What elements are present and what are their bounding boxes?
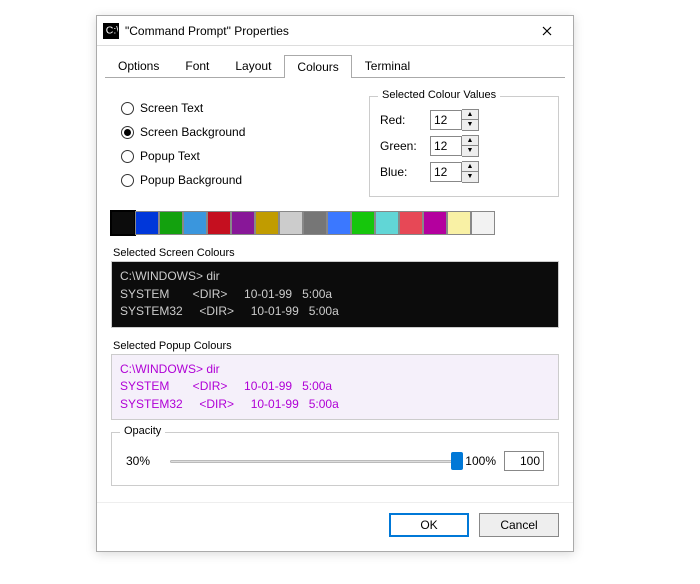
swatch-5[interactable] <box>231 211 255 235</box>
green-up[interactable]: ▲ <box>462 136 478 146</box>
colour-values-fieldset: Selected Colour Values Red: ▲▼ Green: ▲▼ <box>369 96 559 197</box>
swatch-3[interactable] <box>183 211 207 235</box>
red-up[interactable]: ▲ <box>462 110 478 120</box>
screen-preview-legend: Selected Screen Colours <box>113 247 559 259</box>
radio-screen-background[interactable]: Screen Background <box>121 125 355 139</box>
tab-body: Screen Text Screen Background Popup Text… <box>97 78 573 496</box>
radio-icon <box>121 174 134 187</box>
tab-layout[interactable]: Layout <box>222 54 284 77</box>
swatch-9[interactable] <box>327 211 351 235</box>
green-label: Green: <box>380 139 430 153</box>
swatch-12[interactable] <box>399 211 423 235</box>
swatch-0[interactable] <box>111 211 135 235</box>
green-input[interactable] <box>430 136 462 156</box>
red-down[interactable]: ▼ <box>462 120 478 130</box>
svg-text:C:\: C:\ <box>106 24 118 36</box>
swatch-6[interactable] <box>255 211 279 235</box>
tab-options[interactable]: Options <box>105 54 172 77</box>
swatch-10[interactable] <box>351 211 375 235</box>
palette <box>111 211 559 235</box>
cancel-button[interactable]: Cancel <box>479 513 559 537</box>
blue-down[interactable]: ▼ <box>462 172 478 182</box>
swatch-13[interactable] <box>423 211 447 235</box>
red-input[interactable] <box>430 110 462 130</box>
blue-spinner[interactable]: ▲▼ <box>430 161 479 183</box>
popup-preview-legend: Selected Popup Colours <box>113 340 559 352</box>
opacity-max-label: 100% <box>465 454 496 468</box>
radio-label: Screen Text <box>140 101 203 115</box>
radio-icon <box>121 102 134 115</box>
red-spinner[interactable]: ▲▼ <box>430 109 479 131</box>
opacity-legend: Opacity <box>120 425 165 437</box>
tab-bar: Options Font Layout Colours Terminal <box>105 54 565 78</box>
tab-font[interactable]: Font <box>172 54 222 77</box>
swatch-8[interactable] <box>303 211 327 235</box>
opacity-slider[interactable] <box>170 454 457 468</box>
radio-label: Screen Background <box>140 125 245 139</box>
opacity-input[interactable] <box>504 451 544 471</box>
blue-up[interactable]: ▲ <box>462 162 478 172</box>
swatch-14[interactable] <box>447 211 471 235</box>
window-title: "Command Prompt" Properties <box>125 24 527 38</box>
radio-popup-text[interactable]: Popup Text <box>121 149 355 163</box>
opacity-section: Opacity 30% 100% <box>111 432 559 486</box>
radio-label: Popup Background <box>140 173 242 187</box>
swatch-7[interactable] <box>279 211 303 235</box>
swatch-11[interactable] <box>375 211 399 235</box>
radio-screen-text[interactable]: Screen Text <box>121 101 355 115</box>
swatch-1[interactable] <box>135 211 159 235</box>
screen-preview: C:\WINDOWS> dir SYSTEM <DIR> 10-01-99 5:… <box>112 262 558 327</box>
blue-label: Blue: <box>380 165 430 179</box>
radio-icon <box>121 126 134 139</box>
opacity-min-label: 30% <box>126 454 162 468</box>
popup-preview: C:\WINDOWS> dir SYSTEM <DIR> 10-01-99 5:… <box>112 355 558 420</box>
tab-colours[interactable]: Colours <box>284 55 351 78</box>
cmd-icon: C:\ <box>103 23 119 39</box>
close-button[interactable] <box>527 17 567 45</box>
swatch-15[interactable] <box>471 211 495 235</box>
titlebar: C:\ "Command Prompt" Properties <box>97 16 573 46</box>
ok-button[interactable]: OK <box>389 513 469 537</box>
swatch-4[interactable] <box>207 211 231 235</box>
properties-dialog: C:\ "Command Prompt" Properties Options … <box>96 15 574 552</box>
red-label: Red: <box>380 113 430 127</box>
green-down[interactable]: ▼ <box>462 146 478 156</box>
radio-icon <box>121 150 134 163</box>
screen-preview-section: Selected Screen Colours C:\WINDOWS> dir … <box>111 247 559 328</box>
target-radio-group: Screen Text Screen Background Popup Text… <box>111 88 355 197</box>
popup-preview-section: Selected Popup Colours C:\WINDOWS> dir S… <box>111 340 559 421</box>
dialog-buttons: OK Cancel <box>97 502 573 551</box>
radio-label: Popup Text <box>140 149 200 163</box>
slider-thumb[interactable] <box>451 452 463 470</box>
swatch-2[interactable] <box>159 211 183 235</box>
green-spinner[interactable]: ▲▼ <box>430 135 479 157</box>
colour-values-legend: Selected Colour Values <box>378 89 500 101</box>
radio-popup-background[interactable]: Popup Background <box>121 173 355 187</box>
tab-terminal[interactable]: Terminal <box>352 54 423 77</box>
blue-input[interactable] <box>430 162 462 182</box>
